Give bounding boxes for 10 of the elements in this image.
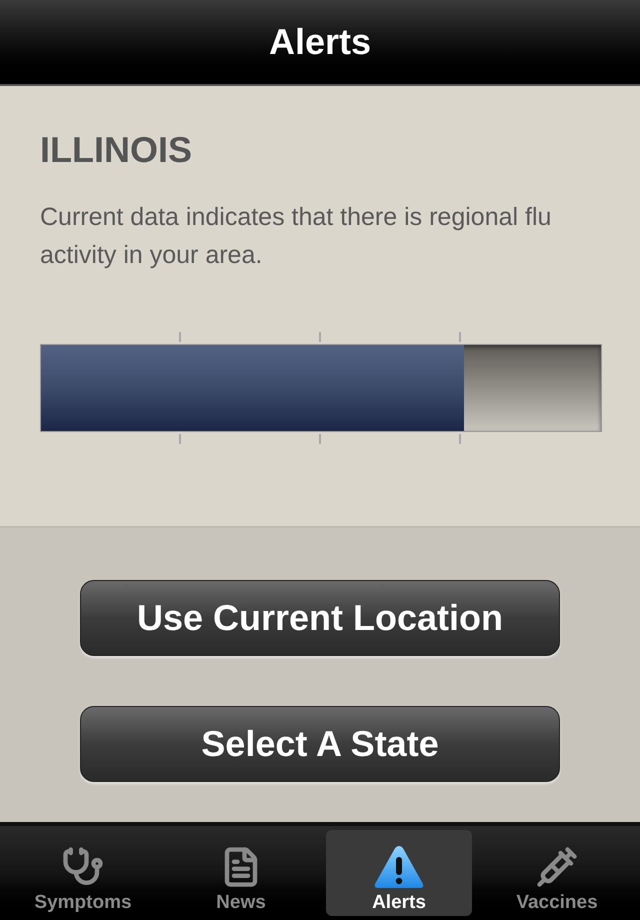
tab[interactable]: Symptoms xyxy=(10,830,156,916)
tab[interactable]: Alerts xyxy=(326,830,472,916)
tab[interactable]: News xyxy=(168,830,314,916)
state-name: ILLINOIS xyxy=(40,128,193,172)
window-title: Alerts xyxy=(268,20,372,64)
action-button[interactable]: Select A State xyxy=(80,706,560,782)
warning-icon xyxy=(373,844,425,890)
action-button[interactable]: Use Current Location xyxy=(80,580,560,656)
activity-message: Current data indicates that there is regional flu activity in your area. xyxy=(40,202,552,271)
tab[interactable]: Vaccines xyxy=(484,830,630,916)
